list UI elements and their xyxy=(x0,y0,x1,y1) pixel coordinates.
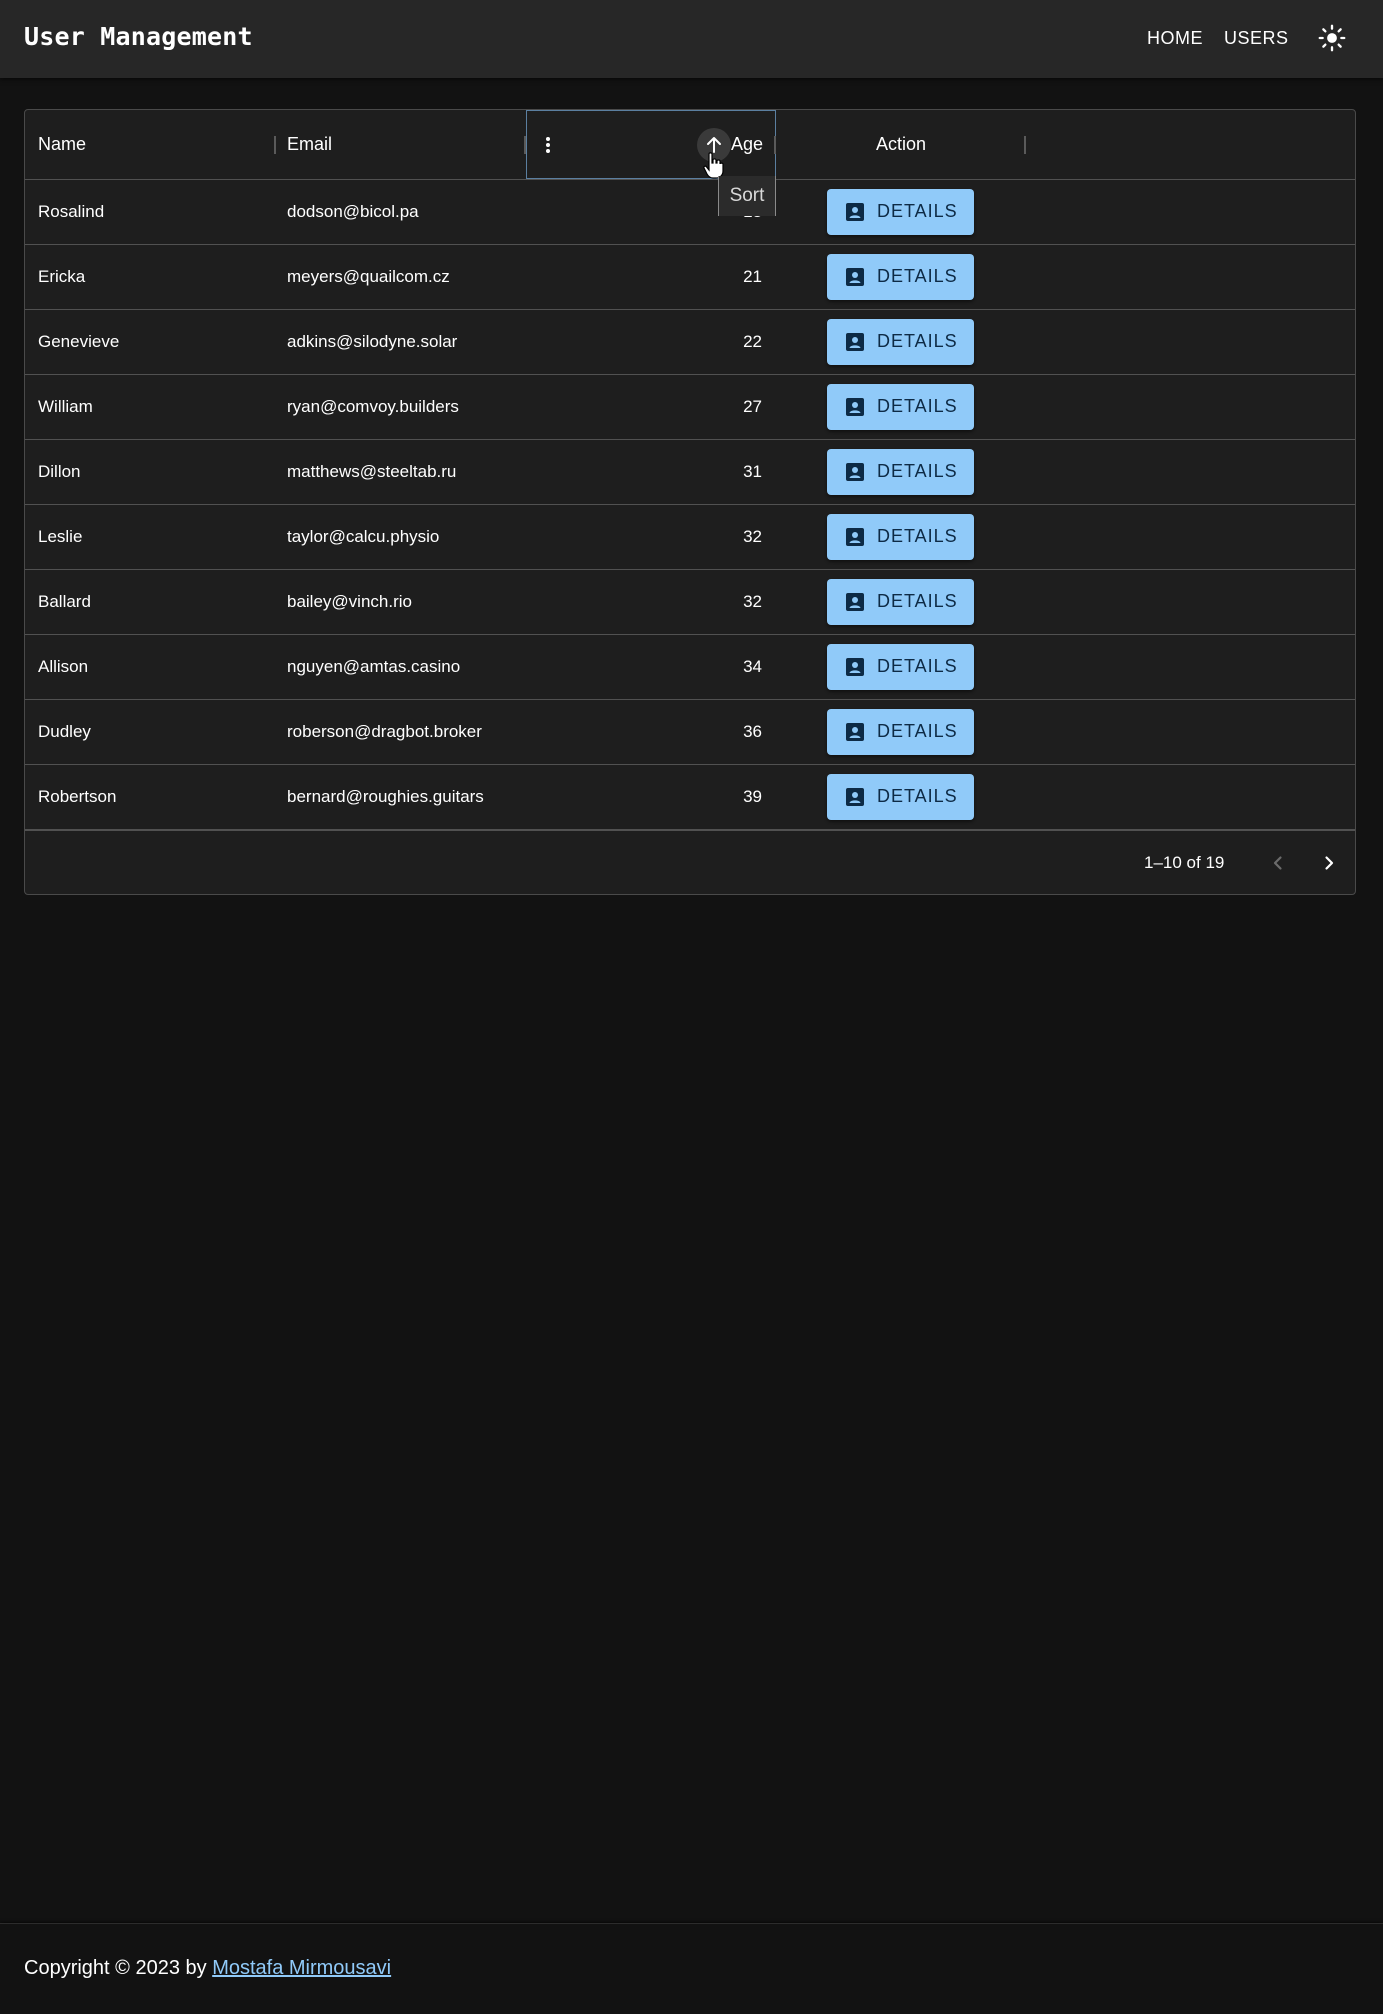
cell-name: Dillon xyxy=(38,462,81,481)
table-row[interactable]: Dudley roberson@dragbot.broker 36 DETAIL… xyxy=(25,700,1355,765)
cell-name: Robertson xyxy=(38,787,117,806)
app-title: User Management xyxy=(24,22,253,51)
cell-email: ryan@comvoy.builders xyxy=(287,397,459,416)
contact-card-icon xyxy=(846,788,864,806)
details-button-label: DETAILS xyxy=(877,721,958,741)
contact-card-icon xyxy=(846,463,864,481)
cell-age: 32 xyxy=(743,527,762,546)
details-button-label: DETAILS xyxy=(877,396,958,416)
table-row[interactable]: William ryan@comvoy.builders 27 DETAILS xyxy=(25,375,1355,440)
next-page-button[interactable] xyxy=(1311,845,1347,881)
cell-age: 36 xyxy=(743,722,762,741)
cell-email: bernard@roughies.guitars xyxy=(287,787,484,806)
grid-header: Name Email Age Action xyxy=(25,110,1355,180)
cell-name: Allison xyxy=(38,657,89,676)
sun-icon xyxy=(1318,24,1346,52)
contact-card-icon xyxy=(846,593,864,611)
cell-email: bailey@vinch.rio xyxy=(287,592,412,611)
nav-users-link[interactable]: USERS xyxy=(1224,28,1289,49)
cell-email: taylor@calcu.physio xyxy=(287,527,440,546)
details-button[interactable]: DETAILS xyxy=(827,449,974,495)
cell-email: meyers@quailcom.cz xyxy=(287,267,450,286)
cell-age: 39 xyxy=(743,787,762,806)
contact-card-icon xyxy=(846,203,864,221)
details-button-label: DETAILS xyxy=(877,331,958,351)
cell-email: adkins@silodyne.solar xyxy=(287,332,458,351)
cell-name: William xyxy=(38,397,93,416)
author-link[interactable]: Mostafa Mirmousavi xyxy=(212,1957,391,1979)
users-data-grid: Name Email Age Action Sort Rosalind dods… xyxy=(24,109,1356,895)
table-row[interactable]: Dillon matthews@steeltab.ru 31 DETAILS xyxy=(25,440,1355,505)
details-button[interactable]: DETAILS xyxy=(827,709,974,755)
column-header-email[interactable]: Email xyxy=(287,110,332,179)
column-separator[interactable] xyxy=(274,136,276,154)
page-footer: Copyright © 2023 by Mostafa Mirmousavi xyxy=(0,1923,1383,2014)
details-button[interactable]: DETAILS xyxy=(827,774,974,820)
app-bar: User Management HOME USERS xyxy=(0,0,1383,78)
cell-email: roberson@dragbot.broker xyxy=(287,722,482,741)
column-header-age-label[interactable]: Age xyxy=(731,110,771,179)
details-button-label: DETAILS xyxy=(877,461,958,481)
cell-age: 34 xyxy=(743,657,762,676)
cell-name: Leslie xyxy=(38,527,83,546)
details-button[interactable]: DETAILS xyxy=(827,579,974,625)
nav-home-link[interactable]: HOME xyxy=(1147,28,1203,49)
table-row[interactable]: Genevieve adkins@silodyne.solar 22 DETAI… xyxy=(25,310,1355,375)
grid-pagination: 1–10 of 19 xyxy=(25,830,1355,894)
table-row[interactable]: Allison nguyen@amtas.casino 34 DETAILS xyxy=(25,635,1355,700)
pagination-range: 1–10 of 19 xyxy=(1144,853,1225,872)
cell-name: Dudley xyxy=(38,722,91,741)
contact-card-icon xyxy=(846,658,864,676)
details-button[interactable]: DETAILS xyxy=(827,189,974,235)
details-button-label: DETAILS xyxy=(877,786,958,806)
column-separator[interactable] xyxy=(1024,136,1026,154)
details-button[interactable]: DETAILS xyxy=(827,384,974,430)
contact-card-icon xyxy=(846,333,864,351)
details-button[interactable]: DETAILS xyxy=(827,254,974,300)
cell-email: nguyen@amtas.casino xyxy=(287,657,461,676)
details-button-label: DETAILS xyxy=(877,201,958,221)
column-header-action: Action xyxy=(875,134,927,154)
column-separator[interactable] xyxy=(774,136,776,154)
cell-age: 32 xyxy=(743,592,762,611)
details-button[interactable]: DETAILS xyxy=(827,514,974,560)
table-row[interactable]: Robertson bernard@roughies.guitars 39 DE… xyxy=(25,765,1355,830)
cell-name: Ballard xyxy=(38,592,91,611)
details-button[interactable]: DETAILS xyxy=(827,319,974,365)
column-menu-icon[interactable] xyxy=(538,135,558,155)
cell-email: dodson@bicol.pa xyxy=(287,202,419,221)
contact-card-icon xyxy=(846,398,864,416)
cell-age: 21 xyxy=(743,267,762,286)
table-row[interactable]: Ballard bailey@vinch.rio 32 DETAILS xyxy=(25,570,1355,635)
details-button-label: DETAILS xyxy=(877,591,958,611)
cell-name: Genevieve xyxy=(38,332,120,351)
cell-age: 27 xyxy=(743,397,762,416)
table-row[interactable]: Leslie taylor@calcu.physio 32 DETAILS xyxy=(25,505,1355,570)
theme-toggle-button[interactable] xyxy=(1314,20,1350,56)
cell-name: Ericka xyxy=(38,267,86,286)
cell-name: Rosalind xyxy=(38,202,105,221)
contact-card-icon xyxy=(846,528,864,546)
cell-age: 31 xyxy=(743,462,762,481)
contact-card-icon xyxy=(846,723,864,741)
chevron-left-icon xyxy=(1273,856,1282,870)
previous-page-button[interactable] xyxy=(1260,845,1296,881)
chevron-right-icon xyxy=(1325,856,1334,870)
cell-email: matthews@steeltab.ru xyxy=(287,462,457,481)
sort-tooltip: Sort xyxy=(718,176,776,216)
cell-age: 22 xyxy=(743,332,762,351)
details-button-label: DETAILS xyxy=(877,266,958,286)
contact-card-icon xyxy=(846,268,864,286)
column-header-name[interactable]: Name xyxy=(38,110,86,179)
details-button[interactable]: DETAILS xyxy=(827,644,974,690)
table-row[interactable]: Rosalind dodson@bicol.pa 18 DETAILS xyxy=(25,180,1355,245)
details-button-label: DETAILS xyxy=(877,526,958,546)
copyright-text: Copyright © 2023 by Mostafa Mirmousavi xyxy=(24,1957,391,1980)
table-row[interactable]: Ericka meyers@quailcom.cz 21 DETAILS xyxy=(25,245,1355,310)
details-button-label: DETAILS xyxy=(877,656,958,676)
copyright-prefix: Copyright © 2023 by xyxy=(24,1957,213,1979)
